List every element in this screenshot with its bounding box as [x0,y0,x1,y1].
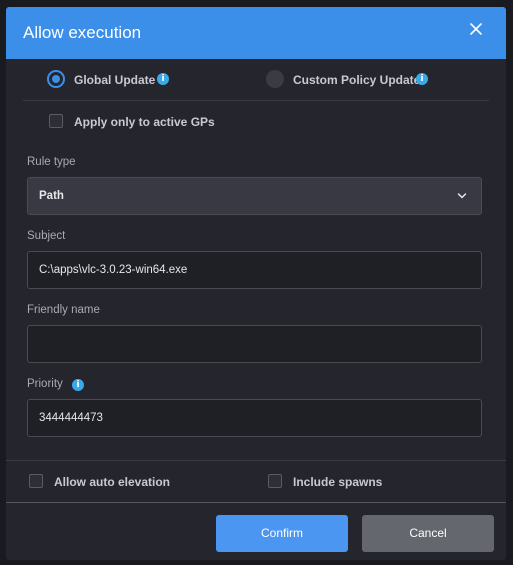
apply-active-gps-checkbox[interactable] [49,114,63,128]
subject-label: Subject [27,230,66,242]
footer-divider [6,502,506,503]
priority-label: Priority [27,378,63,390]
rule-type-value: Path [39,190,64,202]
custom-policy-update-info-icon[interactable]: i [416,73,428,85]
allow-execution-dialog: Allow execution Global Update i Custom P… [6,7,506,560]
global-update-info-icon[interactable]: i [157,73,169,85]
rule-type-select[interactable]: Path [27,177,482,215]
subject-input[interactable]: C:\apps\vlc-3.0.23-win64.exe [27,251,482,289]
divider [6,460,506,461]
apply-active-gps-label: Apply only to active GPs [74,115,215,129]
global-update-radio[interactable] [47,70,65,88]
cancel-button[interactable]: Cancel [362,515,494,552]
priority-value: 3444444473 [39,412,103,424]
priority-info-icon[interactable]: i [72,379,84,391]
allow-auto-elevation-checkbox[interactable] [29,474,43,488]
divider [23,100,489,101]
chevron-down-icon [457,193,467,199]
friendly-name-label: Friendly name [27,304,100,316]
custom-policy-update-label: Custom Policy Update [293,73,421,87]
custom-policy-update-radio[interactable] [266,70,284,88]
priority-input[interactable]: 3444444473 [27,399,482,437]
subject-value: C:\apps\vlc-3.0.23-win64.exe [39,264,188,276]
dialog-header: Allow execution [6,7,506,59]
allow-auto-elevation-label: Allow auto elevation [54,475,171,489]
close-icon[interactable] [469,22,483,36]
global-update-label: Global Update [74,73,156,87]
include-spawns-label: Include spawns [293,475,383,489]
include-spawns-checkbox[interactable] [268,474,282,488]
rule-type-label: Rule type [27,156,76,168]
confirm-button[interactable]: Confirm [216,515,348,552]
dialog-title: Allow execution [23,23,142,42]
friendly-name-input[interactable] [27,325,482,363]
